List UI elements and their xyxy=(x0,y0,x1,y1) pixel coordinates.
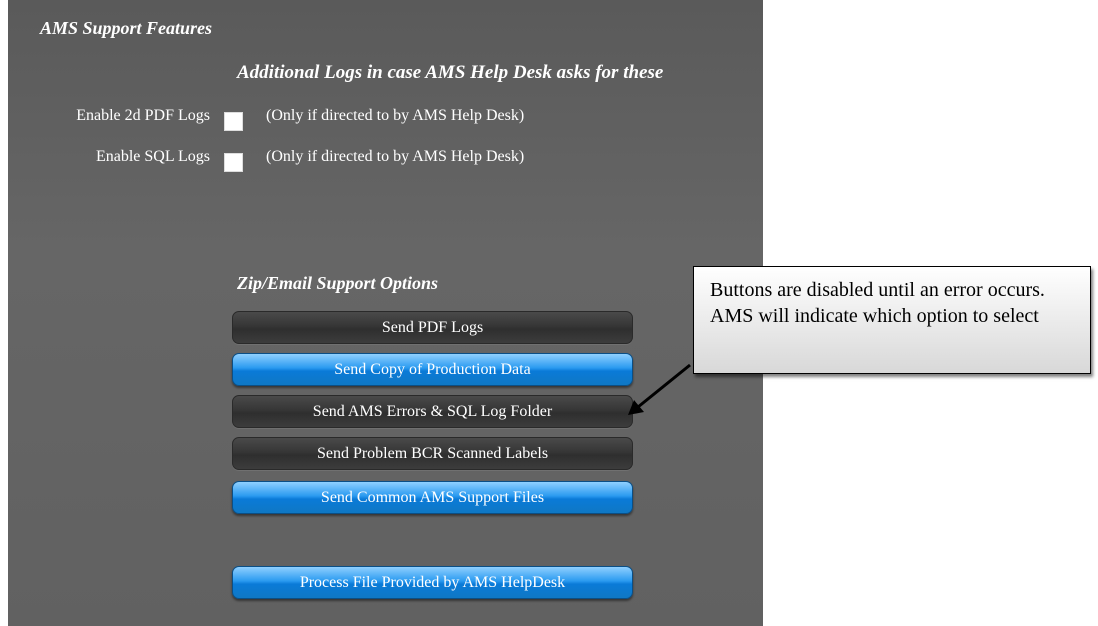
callout-arrow-icon xyxy=(628,363,691,415)
